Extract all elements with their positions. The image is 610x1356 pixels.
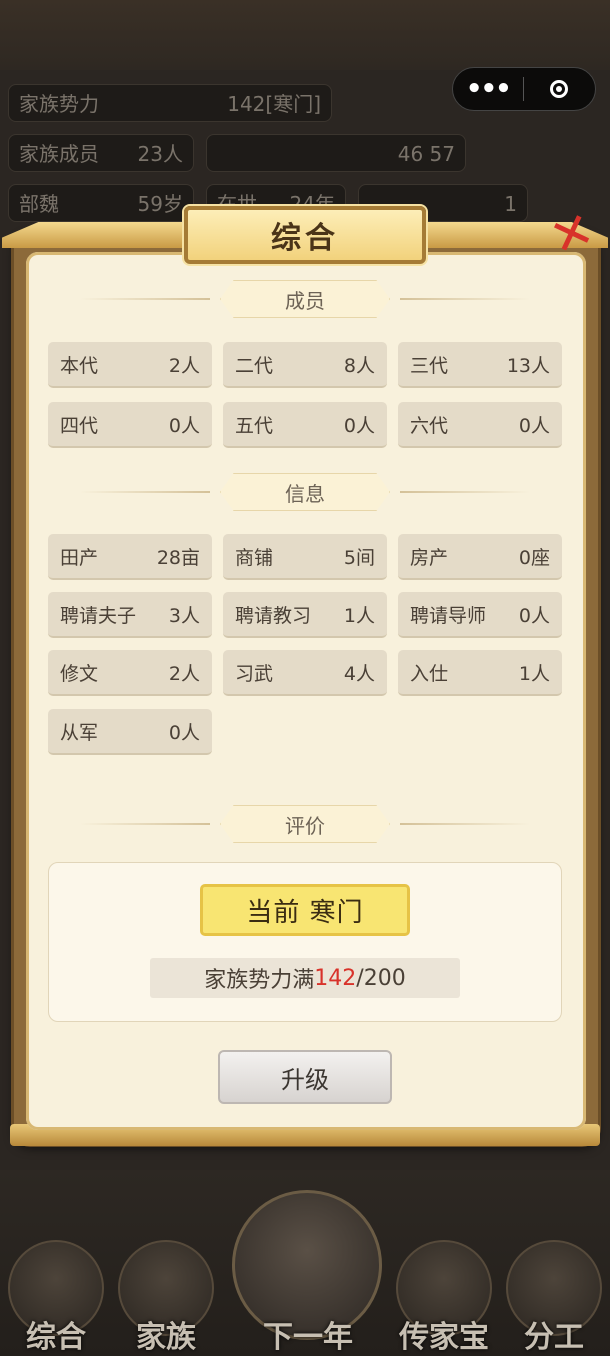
bg-stat-resources: 46 57 bbox=[206, 134, 466, 172]
nav-label-overview[interactable]: 综合 bbox=[0, 1312, 116, 1356]
info-cell: 商铺 5间 bbox=[223, 534, 387, 580]
info-cell: 修文 2人 bbox=[48, 650, 212, 696]
section-header-info: 信息 bbox=[80, 473, 530, 511]
member-cell: 六代 0人 bbox=[398, 402, 562, 448]
power-max: /200 bbox=[356, 965, 406, 991]
info-cell: 聘请教习 1人 bbox=[223, 592, 387, 638]
family-power-progress: 家族势力满 142/200 bbox=[150, 958, 460, 998]
nav-label-family[interactable]: 家族 bbox=[106, 1312, 226, 1356]
nav-label-next-year[interactable]: 下一年 bbox=[248, 1312, 368, 1356]
power-prefix: 家族势力满 bbox=[204, 968, 315, 993]
info-cell: 聘请导师 0人 bbox=[398, 592, 562, 638]
info-cell: 从军 0人 bbox=[48, 709, 212, 755]
more-dots-icon[interactable]: ••• bbox=[453, 76, 523, 102]
upgrade-button[interactable]: 升级 bbox=[218, 1050, 392, 1104]
member-cell: 四代 0人 bbox=[48, 402, 212, 448]
bg-stat-family-power: 家族势力 142[寒门] bbox=[8, 84, 332, 122]
info-cell: 入仕 1人 bbox=[398, 650, 562, 696]
close-button[interactable]: ✕ bbox=[542, 199, 602, 269]
current-rank-badge: 当前 寒门 bbox=[200, 884, 410, 936]
modal-title-plate: 综合 bbox=[184, 206, 426, 264]
info-cell: 田产 28亩 bbox=[48, 534, 212, 580]
bg-stat-family-members: 家族成员 23人 bbox=[8, 134, 194, 172]
bg-stat-age: 部魏 59岁 bbox=[8, 184, 194, 222]
member-cell: 本代 2人 bbox=[48, 342, 212, 388]
miniprogram-capsule: ••• bbox=[452, 67, 596, 111]
section-header-members: 成员 bbox=[80, 280, 530, 318]
nav-label-heirloom[interactable]: 传家宝 bbox=[384, 1312, 504, 1356]
power-current: 142 bbox=[314, 965, 357, 991]
background-header bbox=[0, 0, 610, 70]
section-header-rating: 评价 bbox=[80, 805, 530, 843]
modal-title: 综合 bbox=[271, 221, 339, 256]
nav-label-division[interactable]: 分工 bbox=[494, 1312, 610, 1356]
target-circle-icon[interactable] bbox=[524, 80, 596, 98]
info-cell: 习武 4人 bbox=[223, 650, 387, 696]
info-cell: 房产 0座 bbox=[398, 534, 562, 580]
member-cell: 三代 13人 bbox=[398, 342, 562, 388]
close-x-icon: ✕ bbox=[542, 199, 602, 269]
info-cell: 聘请夫子 3人 bbox=[48, 592, 212, 638]
member-cell: 五代 0人 bbox=[223, 402, 387, 448]
member-cell: 二代 8人 bbox=[223, 342, 387, 388]
